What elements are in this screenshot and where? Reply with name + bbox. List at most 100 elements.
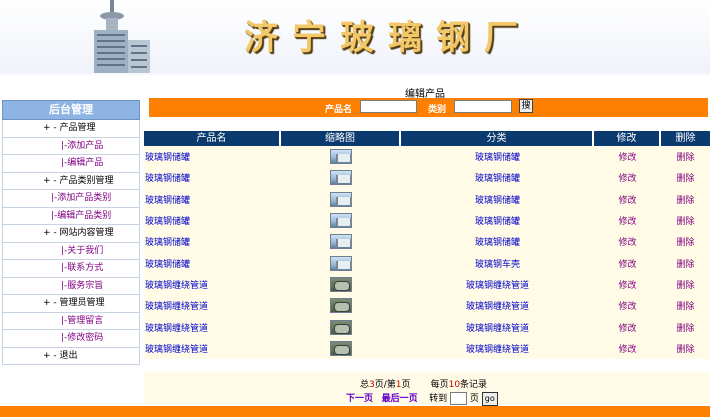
sidebar-item-content-management[interactable]: + - 网站内容管理 — [2, 225, 140, 243]
delete-link[interactable]: 删除 — [661, 235, 710, 248]
edit-link[interactable]: 修改 — [594, 150, 661, 163]
delete-link[interactable]: 删除 — [661, 342, 710, 355]
table-row: 玻璃钢缠绕管道 玻璃钢缠绕管道 修改 删除 — [144, 338, 710, 359]
thumbnail-cell — [281, 298, 401, 314]
search-button[interactable]: 搜 — [519, 99, 533, 113]
product-name-link[interactable]: 玻璃钢储罐 — [144, 150, 281, 163]
sidebar-item-service[interactable]: |-服务宗旨 — [2, 277, 140, 295]
delete-link[interactable]: 删除 — [661, 321, 710, 334]
page-summary: 总3页/第1页 每页10条记录 — [360, 377, 487, 390]
product-thumbnail[interactable] — [330, 149, 352, 165]
category-link[interactable]: 玻璃钢缠绕管道 — [401, 321, 594, 334]
go-button[interactable]: go — [481, 391, 498, 406]
thumbnail-cell — [281, 319, 401, 335]
category-link[interactable]: 玻璃钢储罐 — [401, 150, 594, 163]
table-row: 玻璃钢储罐 玻璃钢储罐 修改 删除 — [144, 189, 710, 210]
page-nav: 下一页 最后一页 转到 页 go — [346, 391, 498, 406]
per-page-suffix: 条记录 — [460, 380, 488, 390]
col-category: 分类 — [401, 131, 594, 146]
delete-link[interactable]: 删除 — [661, 257, 710, 270]
delete-link[interactable]: 删除 — [661, 193, 710, 206]
sidebar-item-product-management[interactable]: + - 产品管理 — [2, 120, 140, 138]
product-name-link[interactable]: 玻璃钢储罐 — [144, 193, 281, 206]
delete-link[interactable]: 删除 — [661, 214, 710, 227]
sidebar-item-admin-management[interactable]: + - 管理员管理 — [2, 295, 140, 313]
edit-link[interactable]: 修改 — [594, 257, 661, 270]
edit-link[interactable]: 修改 — [594, 278, 661, 291]
page-unit-label: 页 — [469, 394, 479, 404]
total-prefix: 总 — [360, 380, 370, 390]
delete-link[interactable]: 删除 — [661, 278, 710, 291]
product-name-link[interactable]: 玻璃钢缠绕管道 — [144, 278, 281, 291]
edit-link[interactable]: 修改 — [594, 299, 661, 312]
sidebar-item-add-category[interactable]: |-添加产品类别 — [2, 190, 140, 208]
edit-link[interactable]: 修改 — [594, 342, 661, 355]
product-name-link[interactable]: 玻璃钢缠绕管道 — [144, 342, 281, 355]
product-name-link[interactable]: 玻璃钢储罐 — [144, 235, 281, 248]
category-link[interactable]: 玻璃钢车壳 — [401, 257, 594, 270]
delete-link[interactable]: 删除 — [661, 150, 710, 163]
product-name-link[interactable]: 玻璃钢储罐 — [144, 257, 281, 270]
category-label: 类别 — [428, 105, 447, 115]
table-row: 玻璃钢缠绕管道 玻璃钢缠绕管道 修改 删除 — [144, 316, 710, 337]
edit-link[interactable]: 修改 — [594, 214, 661, 227]
product-thumbnail[interactable] — [330, 191, 352, 207]
sidebar-header: 后台管理 — [2, 100, 140, 120]
edit-link[interactable]: 修改 — [594, 235, 661, 248]
sidebar-item-change-password[interactable]: |-修改密码 — [2, 330, 140, 348]
search-bar: 产品名 类别 搜 — [149, 98, 708, 117]
table-row: 玻璃钢储罐 玻璃钢储罐 修改 删除 — [144, 210, 710, 231]
sidebar-item-category-management[interactable]: + - 产品类别管理 — [2, 172, 140, 190]
category-link[interactable]: 玻璃钢储罐 — [401, 171, 594, 184]
product-thumbnail[interactable] — [330, 170, 352, 186]
product-thumbnail[interactable] — [330, 234, 352, 250]
col-delete: 删除 — [661, 131, 710, 146]
thumbnail-cell — [281, 170, 401, 186]
site-title: 济宁玻璃钢厂 — [244, 18, 532, 58]
sidebar-item-about-us[interactable]: |-关于我们 — [2, 242, 140, 260]
page-number-input[interactable] — [449, 392, 467, 405]
sidebar-item-edit-product[interactable]: |-编辑产品 — [2, 155, 140, 173]
thumbnail-cell — [281, 276, 401, 292]
thumbnail-cell — [281, 149, 401, 165]
category-link[interactable]: 玻璃钢储罐 — [401, 214, 594, 227]
product-name-link[interactable]: 玻璃钢缠绕管道 — [144, 299, 281, 312]
category-link[interactable]: 玻璃钢储罐 — [401, 193, 594, 206]
delete-link[interactable]: 删除 — [661, 171, 710, 184]
product-name-link[interactable]: 玻璃钢缠绕管道 — [144, 321, 281, 334]
category-link[interactable]: 玻璃钢缠绕管道 — [401, 299, 594, 312]
col-thumbnail: 缩略图 — [281, 131, 401, 146]
product-name-input[interactable] — [360, 100, 417, 113]
sidebar-item-contact[interactable]: |-联系方式 — [2, 260, 140, 278]
next-page-link[interactable]: 下一页 — [346, 394, 373, 404]
thumbnail-cell — [281, 255, 401, 271]
category-link[interactable]: 玻璃钢缠绕管道 — [401, 278, 594, 291]
thumbnail-cell — [281, 191, 401, 207]
admin-sidebar: 后台管理 + - 产品管理 |-添加产品 |-编辑产品 + - 产品类别管理 |… — [2, 100, 140, 365]
thumbnail-cell — [281, 234, 401, 250]
sidebar-item-logout[interactable]: + - 退出 — [2, 347, 140, 365]
sidebar-item-edit-category[interactable]: |-编辑产品类别 — [2, 207, 140, 225]
last-page-link[interactable]: 最后一页 — [382, 394, 418, 404]
category-link[interactable]: 玻璃钢缠绕管道 — [401, 342, 594, 355]
sidebar-item-add-product[interactable]: |-添加产品 — [2, 137, 140, 155]
product-thumbnail[interactable] — [330, 298, 352, 314]
edit-link[interactable]: 修改 — [594, 171, 661, 184]
table-body: 玻璃钢储罐 玻璃钢储罐 修改 删除 玻璃钢储罐 玻璃钢储罐 修改 删除 玻璃钢储罐 玻璃钢储罐 修改… — [144, 146, 710, 359]
product-thumbnail[interactable] — [330, 276, 352, 292]
product-thumbnail[interactable] — [330, 319, 352, 335]
category-link[interactable]: 玻璃钢储罐 — [401, 235, 594, 248]
delete-link[interactable]: 删除 — [661, 299, 710, 312]
product-thumbnail[interactable] — [330, 340, 352, 356]
product-name-link[interactable]: 玻璃钢储罐 — [144, 214, 281, 227]
product-thumbnail[interactable] — [330, 255, 352, 271]
per-page-prefix: 每页 — [430, 380, 449, 390]
banner: 济宁玻璃钢厂 — [0, 0, 710, 75]
edit-link[interactable]: 修改 — [594, 193, 661, 206]
product-name-link[interactable]: 玻璃钢储罐 — [144, 171, 281, 184]
category-input[interactable] — [454, 100, 512, 113]
edit-link[interactable]: 修改 — [594, 321, 661, 334]
product-thumbnail[interactable] — [330, 213, 352, 229]
thumbnail-cell — [281, 213, 401, 229]
sidebar-item-manage-messages[interactable]: |-管理留言 — [2, 312, 140, 330]
